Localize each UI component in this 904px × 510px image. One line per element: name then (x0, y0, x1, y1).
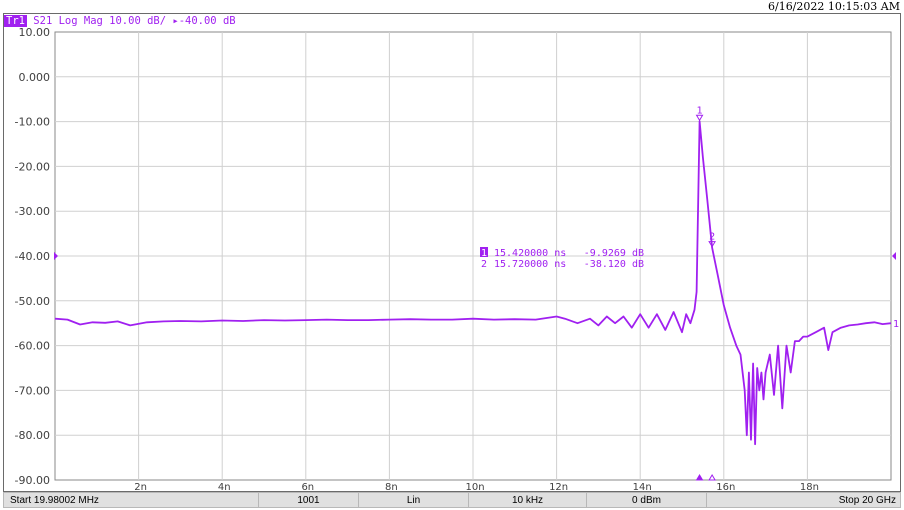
y-tick-label: -50.00 (15, 295, 50, 308)
marker-readout-2-id: 2 (481, 259, 487, 270)
source-power[interactable]: 0 dBm (587, 493, 707, 507)
marker-1-label: 1 (697, 105, 703, 116)
start-frequency[interactable]: Start 19.98002 MHz (4, 493, 259, 507)
y-tick-label: -70.00 (15, 384, 50, 397)
sweep-type[interactable]: Lin (359, 493, 469, 507)
y-tick-label: -90.00 (15, 474, 50, 487)
trace-label: S21 Log Mag 10.00 dB/ ▸-40.00 dB (33, 15, 236, 27)
y-tick-label: 10.00 (19, 26, 51, 39)
trace-end-label: 1 (893, 319, 899, 330)
sweep-points[interactable]: 1001 (259, 493, 359, 507)
y-tick-label: -60.00 (15, 340, 50, 353)
y-tick-label: -80.00 (15, 429, 50, 442)
stop-frequency[interactable]: Stop 20 GHz (707, 493, 900, 507)
y-tick-label: -40.00 (15, 250, 50, 263)
marker-readout-2-x: 15.720000 ns (494, 259, 566, 270)
trace-header[interactable]: Tr1 S21 Log Mag 10.00 dB/ ▸-40.00 dB (4, 15, 236, 27)
reference-arrow-right (892, 252, 896, 260)
y-tick-label: -30.00 (15, 205, 50, 218)
y-tick-label: 0.000 (19, 71, 51, 84)
marker-readout-1-id: 1 (481, 248, 487, 259)
s21-log-mag-chart: 10.00 0.000 -10.00 -20.00 -30.00 -40.00 -50.00… (15, 26, 900, 493)
y-tick-label: -10.00 (15, 116, 50, 129)
trace-badge[interactable]: Tr1 (4, 15, 27, 27)
y-tick-label: -20.00 (15, 160, 50, 173)
marker-readout-1-y: -9.9269 dB (584, 248, 644, 259)
if-bandwidth[interactable]: 10 kHz (469, 493, 587, 507)
marker-readout-1-x: 15.420000 ns (494, 248, 566, 259)
marker-readout-2-y: -38.120 dB (584, 259, 644, 270)
status-bar: Start 19.98002 MHz 1001 Lin 10 kHz 0 dBm… (3, 492, 901, 508)
marker-2-label: 2 (709, 232, 715, 243)
